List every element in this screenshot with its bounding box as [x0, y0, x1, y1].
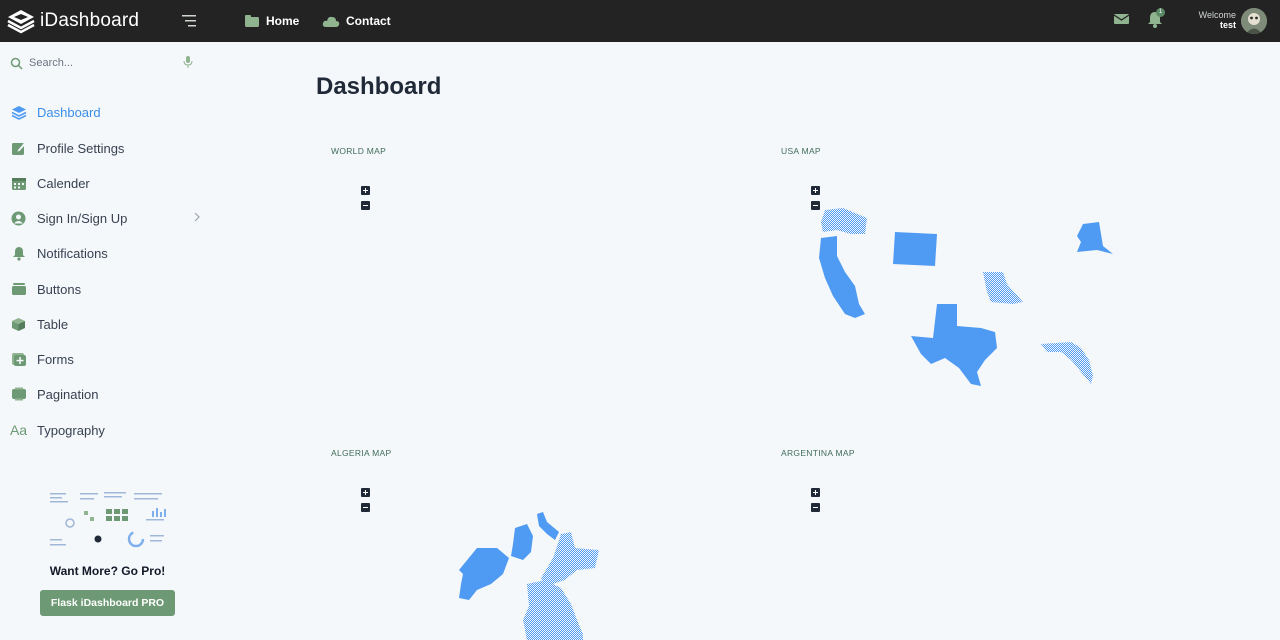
zoom-in-button[interactable] [811, 488, 820, 497]
sidebar-item-label: Pagination [37, 386, 99, 402]
sidebar-item-notifications[interactable]: Notifications [10, 242, 205, 264]
search-input[interactable] [29, 57, 169, 69]
plus-square-icon [10, 351, 27, 368]
sidebar-item-forms[interactable]: Forms [10, 348, 205, 370]
pages-icon [10, 386, 27, 403]
welcome-text: Welcome test [1190, 10, 1236, 30]
map-region[interactable] [523, 580, 583, 640]
top-navbar: iDashboard Home Contact 1 Welcome test [0, 0, 1280, 42]
sidebar-item-sign-in[interactable]: Sign In/Sign Up [10, 207, 205, 229]
map-region[interactable] [819, 236, 865, 318]
map-region[interactable] [511, 524, 533, 560]
brand-icon [7, 10, 35, 34]
mail-button[interactable] [1113, 12, 1130, 31]
pro-preview-image [46, 489, 168, 553]
nav-contact-label: Contact [346, 14, 391, 28]
promo-title: Want More? Go Pro! [49, 564, 166, 578]
search-icon [10, 57, 23, 70]
text-icon: Aa [9, 422, 28, 438]
avatar[interactable] [1241, 8, 1267, 34]
sidebar-item-label: Typography [37, 422, 105, 438]
sidebar-item-label: Notifications [37, 245, 108, 261]
folder-icon [245, 15, 259, 27]
microphone-icon[interactable] [183, 55, 193, 74]
zoom-out-button[interactable] [811, 503, 820, 512]
sidebar-item-typography[interactable]: Aa Typography [10, 419, 205, 441]
menu-toggle-icon[interactable] [180, 12, 200, 30]
stack-icon [10, 281, 27, 298]
sidebar-item-pagination[interactable]: Pagination [10, 383, 205, 405]
world-map-card: WORLD MAP [331, 146, 771, 436]
avatar-image [1241, 8, 1267, 34]
map-region[interactable] [983, 272, 1023, 304]
notification-badge: 1 [1156, 8, 1165, 17]
sidebar-item-label: Calender [37, 175, 90, 191]
edit-icon [10, 140, 27, 157]
map-region[interactable] [1041, 342, 1093, 384]
layers-icon [10, 104, 27, 121]
map-region[interactable] [821, 208, 867, 234]
sidebar-item-buttons[interactable]: Buttons [10, 278, 205, 300]
map-title: ARGENTINA MAP [781, 448, 855, 458]
sidebar-item-table[interactable]: Table [10, 313, 205, 335]
mail-icon [1113, 14, 1130, 24]
map-region[interactable] [537, 512, 559, 540]
sidebar-item-label: Dashboard [37, 104, 101, 120]
user-circle-icon [10, 210, 27, 227]
sidebar-item-label: Profile Settings [37, 140, 125, 156]
cloud-icon [322, 16, 340, 27]
zoom-out-button[interactable] [361, 201, 370, 210]
map-region[interactable] [1077, 222, 1113, 254]
map-region[interactable] [541, 532, 599, 586]
sidebar-item-profile-settings[interactable]: Profile Settings [10, 137, 205, 159]
argentina-map-card: ARGENTINA MAP [781, 448, 1221, 640]
brand-logo[interactable]: iDashboard [6, 7, 139, 35]
algeria-map [459, 512, 599, 640]
map-region[interactable] [911, 304, 997, 386]
sidebar: Dashboard Profile Settings Calender Sign… [0, 42, 215, 640]
algeria-map-card: ALGERIA MAP [331, 448, 771, 640]
nav-home[interactable]: Home [244, 10, 299, 32]
nav-contact[interactable]: Contact [322, 10, 391, 32]
box-icon [10, 316, 27, 333]
zoom-in-button[interactable] [361, 186, 370, 195]
sidebar-item-label: Table [37, 316, 69, 332]
sidebar-item-label: Sign In/Sign Up [37, 210, 128, 226]
bell-icon [10, 245, 27, 262]
welcome-label: Welcome [1198, 10, 1236, 20]
sidebar-item-calender[interactable]: Calender [10, 172, 205, 194]
calendar-icon [10, 175, 27, 192]
search-bar [10, 53, 200, 73]
usa-map-card: USA MAP [781, 146, 1221, 436]
username: test [1219, 20, 1236, 30]
map-title: WORLD MAP [331, 146, 387, 156]
brand-name: iDashboard [40, 10, 140, 31]
map-region[interactable] [893, 232, 937, 266]
map-region[interactable] [459, 548, 509, 600]
sidebar-item-label: Buttons [37, 281, 82, 297]
sidebar-item-label: Forms [37, 351, 74, 367]
usa-map [819, 208, 1113, 386]
go-pro-button[interactable]: Flask iDashboard PRO [40, 590, 175, 616]
sidebar-item-dashboard[interactable]: Dashboard [10, 101, 205, 123]
nav-home-label: Home [266, 14, 300, 28]
page-title: Dashboard [316, 73, 442, 100]
chevron-right-icon[interactable] [193, 211, 201, 226]
